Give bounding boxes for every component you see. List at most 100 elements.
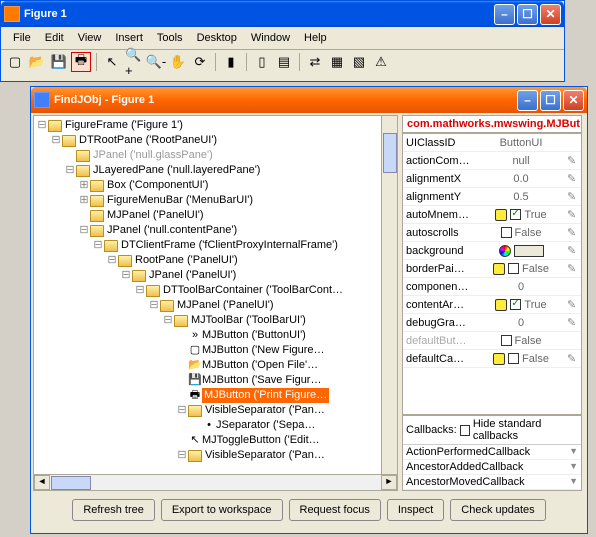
- tree-node[interactable]: 🖶MJButton ('Print Figure…: [36, 388, 395, 403]
- tree-node[interactable]: 💾MJButton ('Save Figur…: [36, 373, 395, 388]
- legend-icon[interactable]: ▤: [274, 52, 294, 72]
- tree-twisty[interactable]: ⊟: [78, 223, 90, 238]
- export-to-workspace-button[interactable]: Export to workspace: [161, 499, 283, 521]
- edit-icon[interactable]: ✎: [567, 298, 581, 311]
- zoom-out-icon[interactable]: 🔍-: [146, 52, 166, 72]
- edit-icon[interactable]: ✎: [567, 352, 581, 365]
- tree-node[interactable]: ⊟JLayeredPane ('null.layeredPane'): [36, 163, 395, 178]
- tree-node[interactable]: ⊟MJPanel ('PanelUI'): [36, 298, 395, 313]
- property-value[interactable]: null: [475, 155, 567, 167]
- tree-node[interactable]: ⊟DTClientFrame ('fClientProxyInternalFra…: [36, 238, 395, 253]
- edit-icon[interactable]: ✎: [567, 208, 581, 221]
- tree-node[interactable]: ⊟DTRootPane ('RootPaneUI'): [36, 133, 395, 148]
- print-icon[interactable]: 🖶: [71, 52, 91, 72]
- edit-icon[interactable]: ✎: [567, 154, 581, 167]
- tree-node[interactable]: ⊟DTToolBarContainer ('ToolBarCont…: [36, 283, 395, 298]
- warning-icon[interactable]: ⚠: [371, 52, 391, 72]
- maximize-button[interactable]: ☐: [540, 90, 561, 111]
- menu-desktop[interactable]: Desktop: [191, 30, 243, 46]
- property-row[interactable]: borderPai…False✎: [403, 260, 581, 278]
- menu-view[interactable]: View: [72, 30, 108, 46]
- property-value[interactable]: False: [475, 227, 567, 239]
- tree-node[interactable]: ⊟MJToolBar ('ToolBarUI'): [36, 313, 395, 328]
- tree-twisty[interactable]: ⊟: [134, 283, 146, 298]
- property-value[interactable]: 0: [475, 317, 567, 329]
- tree-node[interactable]: ⊟FigureFrame ('Figure 1'): [36, 118, 395, 133]
- check-updates-button[interactable]: Check updates: [450, 499, 545, 521]
- property-row[interactable]: contentAr…True✎: [403, 296, 581, 314]
- tree-node[interactable]: MJPanel ('PanelUI'): [36, 208, 395, 223]
- colorbar-icon[interactable]: ▯: [252, 52, 272, 72]
- hide-callbacks-checkbox[interactable]: [460, 425, 470, 436]
- tree-twisty[interactable]: ⊟: [176, 448, 188, 463]
- tree-twisty[interactable]: ⊞: [78, 193, 90, 208]
- tree-twisty[interactable]: ⊟: [148, 298, 160, 313]
- tree-node[interactable]: »MJButton ('ButtonUI'): [36, 328, 395, 343]
- property-row[interactable]: actionCom…null✎: [403, 152, 581, 170]
- minimize-button[interactable]: –: [517, 90, 538, 111]
- property-row[interactable]: componen…0: [403, 278, 581, 296]
- color-swatch[interactable]: [514, 245, 544, 257]
- tree-node[interactable]: 📂MJButton ('Open File'…: [36, 358, 395, 373]
- callback-row[interactable]: ActionPerformedCallback▼: [403, 445, 581, 460]
- tree-node[interactable]: ⊞Box ('ComponentUI'): [36, 178, 395, 193]
- callback-row[interactable]: AncestorMovedCallback▼: [403, 475, 581, 490]
- edit-icon[interactable]: ✎: [567, 316, 581, 329]
- checkbox[interactable]: [501, 335, 512, 346]
- chevron-down-icon[interactable]: ▼: [569, 446, 578, 458]
- edit-icon[interactable]: ✎: [567, 244, 581, 257]
- property-row[interactable]: UIClassIDButtonUI: [403, 134, 581, 152]
- property-row[interactable]: debugGra…0✎: [403, 314, 581, 332]
- refresh-tree-button[interactable]: Refresh tree: [72, 499, 155, 521]
- tree-node[interactable]: ⊟VisibleSeparator ('Pan…: [36, 448, 395, 463]
- pointer-icon[interactable]: ↖: [102, 52, 122, 72]
- tree-twisty[interactable]: ⊞: [78, 178, 90, 193]
- tree-twisty[interactable]: ⊟: [92, 238, 104, 253]
- edit-icon[interactable]: ✎: [567, 172, 581, 185]
- tree-twisty[interactable]: ⊟: [36, 118, 48, 133]
- tree-twisty[interactable]: ⊟: [176, 403, 188, 418]
- tree-node[interactable]: ⊟RootPane ('PanelUI'): [36, 253, 395, 268]
- callback-row[interactable]: AncestorAddedCallback▼: [403, 460, 581, 475]
- zoom-in-icon[interactable]: 🔍+: [124, 52, 144, 72]
- property-value[interactable]: True: [475, 299, 567, 311]
- tree-node[interactable]: ⊟VisibleSeparator ('Pan…: [36, 403, 395, 418]
- checkbox[interactable]: [508, 263, 519, 274]
- checkbox[interactable]: [510, 209, 521, 220]
- edit-icon[interactable]: ✎: [567, 190, 581, 203]
- property-row[interactable]: autoMnem…True✎: [403, 206, 581, 224]
- tree-node[interactable]: ⊞FigureMenuBar ('MenuBarUI'): [36, 193, 395, 208]
- property-value[interactable]: 0.5: [475, 191, 567, 203]
- property-row[interactable]: defaultBut…False: [403, 332, 581, 350]
- property-row[interactable]: autoscrollsFalse✎: [403, 224, 581, 242]
- property-row[interactable]: defaultCa…False✎: [403, 350, 581, 368]
- property-table[interactable]: UIClassIDButtonUIactionCom…null✎ alignmen…: [402, 133, 582, 415]
- menu-window[interactable]: Window: [245, 30, 296, 46]
- hide-tools-icon[interactable]: ▧: [349, 52, 369, 72]
- tree-node[interactable]: ↖MJToggleButton ('Edit…: [36, 433, 395, 448]
- property-row[interactable]: alignmentY0.5✎: [403, 188, 581, 206]
- checkbox[interactable]: [501, 227, 512, 238]
- data-cursor-icon[interactable]: ▮: [221, 52, 241, 72]
- property-value[interactable]: [475, 245, 567, 257]
- minimize-button[interactable]: –: [494, 4, 515, 25]
- menu-tools[interactable]: Tools: [151, 30, 189, 46]
- rotate-icon[interactable]: ⟳: [190, 52, 210, 72]
- tree-pane[interactable]: ⊟FigureFrame ('Figure 1')⊟DTRootPane ('R…: [33, 115, 398, 491]
- pan-icon[interactable]: ✋: [168, 52, 188, 72]
- findjobj-titlebar[interactable]: FindJObj - Figure 1 – ☐ ✕: [31, 87, 587, 113]
- edit-icon[interactable]: ✎: [567, 226, 581, 239]
- tree-node[interactable]: ▢MJButton ('New Figure…: [36, 343, 395, 358]
- property-value[interactable]: True: [475, 209, 567, 221]
- menu-help[interactable]: Help: [298, 30, 333, 46]
- figure-titlebar[interactable]: Figure 1 – ☐ ✕: [1, 1, 564, 27]
- tree-twisty[interactable]: ⊟: [120, 268, 132, 283]
- chevron-down-icon[interactable]: ▼: [569, 461, 578, 473]
- close-button[interactable]: ✕: [563, 90, 584, 111]
- tree-node[interactable]: ⊟JPanel ('null.contentPane'): [36, 223, 395, 238]
- menu-file[interactable]: File: [7, 30, 37, 46]
- property-value[interactable]: 0: [475, 281, 567, 293]
- property-value[interactable]: False: [475, 335, 567, 347]
- property-value[interactable]: ButtonUI: [475, 137, 567, 149]
- checkbox[interactable]: [508, 353, 519, 364]
